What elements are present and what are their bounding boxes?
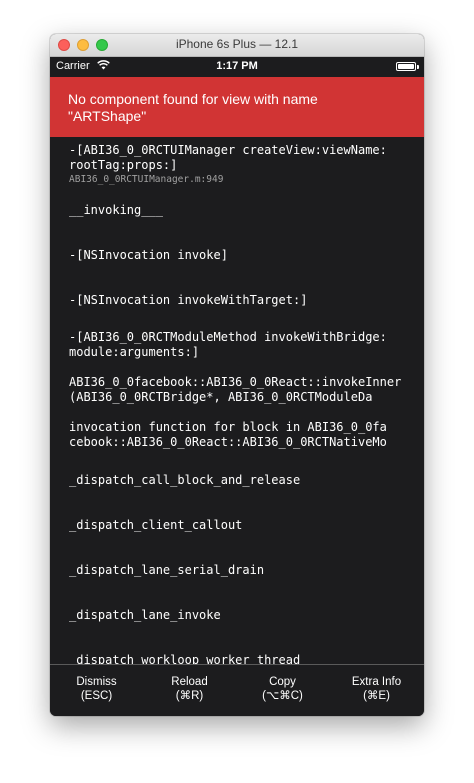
frame-line: _dispatch_lane_invoke [69,608,221,622]
status-bar: Carrier 1:17 PM [50,57,424,77]
frame-line: _dispatch_lane_serial_drain [69,563,265,577]
reload-shortcut: (⌘R) [175,690,204,702]
window-titlebar: iPhone 6s Plus — 12.1 [50,34,424,57]
copy-label: Copy [269,676,296,688]
status-time: 1:17 PM [216,60,258,72]
stack-frame[interactable]: -[ABI36_0_0RCTUIManager createView:viewN… [69,143,409,187]
frame-line: __invoking___ [69,203,163,217]
window-title: iPhone 6s Plus — 12.1 [175,37,299,51]
frame-line: cebook::ABI36_0_0React::ABI36_0_0RCTNati… [69,435,387,449]
frame-line: -[ABI36_0_0RCTUIManager createView:viewN… [69,143,387,157]
stack-frame[interactable]: -[ABI36_0_0RCTModuleMethod invokeWithBri… [69,330,409,360]
stack-frame[interactable]: _dispatch_lane_serial_drain [69,563,409,578]
copy-button[interactable]: Copy (⌥⌘C) [236,675,329,703]
error-banner: No component found for view with name "A… [50,77,424,137]
extra-info-button[interactable]: Extra Info (⌘E) [330,675,423,703]
dismiss-label: Dismiss [76,676,117,688]
stack-frame[interactable]: -[NSInvocation invokeWithTarget:] [69,293,409,308]
frame-line: _dispatch_client_callout [69,518,243,532]
stack-frame[interactable]: _dispatch_workloop_worker_thread [69,653,409,664]
stack-frame[interactable]: ABI36_0_0facebook::ABI36_0_0React::invok… [69,375,409,405]
stack-frame[interactable]: _dispatch_client_callout [69,518,409,533]
stack-frame[interactable]: __invoking___ [69,203,409,218]
frame-line: -[NSInvocation invokeWithTarget:] [69,293,308,307]
dismiss-button[interactable]: Dismiss (ESC) [50,675,143,703]
copy-shortcut: (⌥⌘C) [262,690,303,702]
frame-line: module:arguments:] [69,345,200,359]
frame-line: _dispatch_workloop_worker_thread [69,653,301,664]
frame-line: -[ABI36_0_0RCTModuleMethod invokeWithBri… [69,330,387,344]
battery-icon [396,62,416,71]
stack-frame[interactable]: _dispatch_lane_invoke [69,608,409,623]
stack-frame[interactable]: _dispatch_call_block_and_release [69,473,409,488]
frame-line: _dispatch_call_block_and_release [69,473,301,487]
stack-trace[interactable]: -[ABI36_0_0RCTUIManager createView:viewN… [50,137,424,664]
frame-line: -[NSInvocation invoke] [69,248,228,262]
simulator-window: iPhone 6s Plus — 12.1 Carrier 1:17 PM No… [50,34,424,716]
stack-frame[interactable]: -[NSInvocation invoke] [69,248,409,263]
reload-label: Reload [171,676,208,688]
stack-frame[interactable]: invocation function for block in ABI36_0… [69,420,409,450]
frame-line: rootTag:props:] [69,158,178,172]
extra-info-label: Extra Info [351,676,402,688]
frame-line: (ABI36_0_0RCTBridge*, ABI36_0_0RCTModule… [69,390,373,404]
frame-source: ABI36_0_0RCTUIManager.m:949 [69,174,224,185]
error-message: No component found for view with name "A… [68,91,318,124]
dismiss-shortcut: (ESC) [80,690,113,702]
extra-info-shortcut: (⌘E) [363,690,390,702]
frame-line: invocation function for block in ABI36_0… [69,420,387,434]
redbox-toolbar: Dismiss (ESC) Reload (⌘R) Copy (⌥⌘C) Ext… [50,664,424,716]
reload-button[interactable]: Reload (⌘R) [143,675,236,703]
battery-tip [417,65,419,69]
frame-line: ABI36_0_0facebook::ABI36_0_0React::invok… [69,375,402,389]
